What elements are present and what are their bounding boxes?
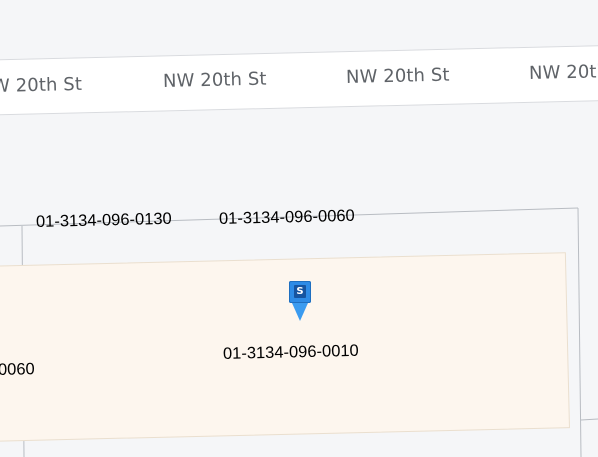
marker-letter: S [294, 285, 306, 298]
street-label: NW 20th St [162, 68, 267, 92]
marker-pin-tip [292, 303, 308, 321]
parcel-label: 01-3134-096-0060 [218, 206, 355, 228]
map-canvas[interactable]: W 20th St NW 20th St NW 20th St NW 20th … [0, 0, 598, 457]
parcel-label: 01-3134-096-0130 [35, 209, 172, 231]
street-label: W 20th St [0, 73, 83, 97]
street-label: NW 20th St [345, 64, 450, 88]
parcel-label: 0060 [0, 360, 35, 379]
marker-badge: S [289, 281, 311, 303]
parcel-label: 01-3134-096-0010 [222, 341, 359, 363]
street-label: NW 20th [528, 61, 598, 84]
store-pin-icon[interactable]: S [289, 281, 311, 323]
